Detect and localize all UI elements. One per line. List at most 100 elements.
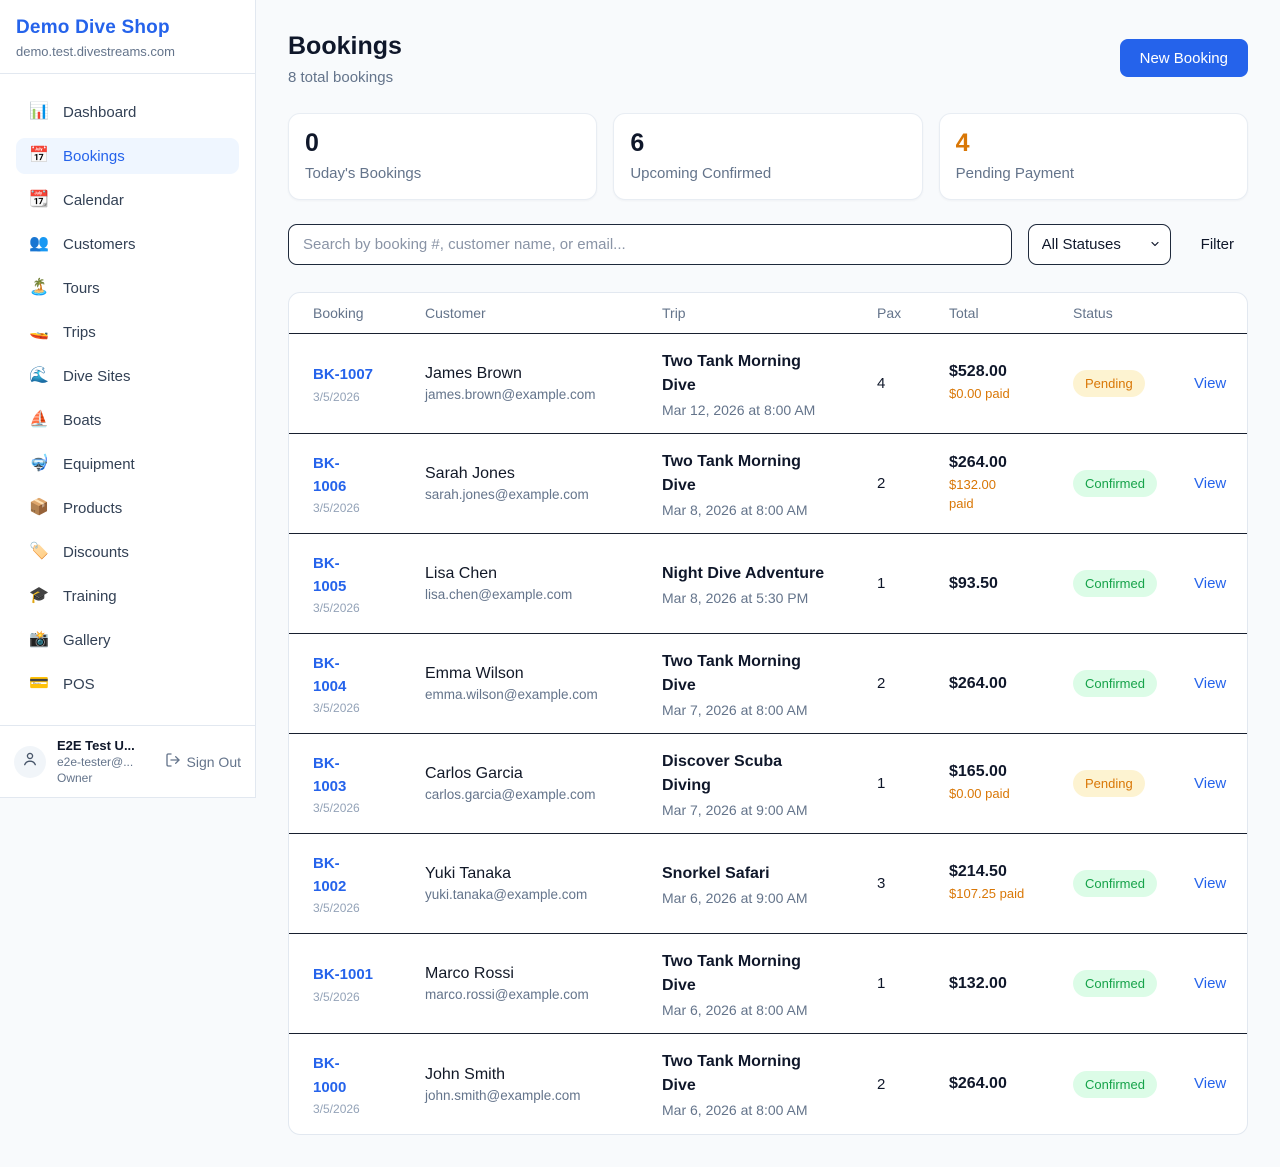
customer-cell: Sarah Jonessarah.jones@example.com xyxy=(425,465,662,502)
pax-cell: 4 xyxy=(877,375,949,392)
booking-link[interactable]: BK- 1005 xyxy=(313,552,411,599)
booking-link[interactable]: BK- 1003 xyxy=(313,752,411,799)
total-amount: $132.00 xyxy=(949,975,1059,993)
new-booking-button[interactable]: New Booking xyxy=(1120,39,1248,77)
total-amount: $264.00 xyxy=(949,454,1059,472)
booking-cell: BK- 10003/5/2026 xyxy=(313,1052,425,1116)
actions-cell: View xyxy=(1194,475,1240,493)
booking-link[interactable]: BK-1007 xyxy=(313,363,411,386)
booking-link[interactable]: BK-1001 xyxy=(313,963,411,986)
sidebar-item-label: POS xyxy=(63,676,95,693)
sidebar-item-dashboard[interactable]: 📊Dashboard xyxy=(16,94,239,130)
people-icon: 👥 xyxy=(29,236,49,252)
booking-date: 3/5/2026 xyxy=(313,990,411,1004)
booking-date: 3/5/2026 xyxy=(313,390,411,404)
stat-value: 6 xyxy=(630,129,905,158)
main-content: Bookings 8 total bookings New Booking 0T… xyxy=(256,0,1280,1167)
avatar xyxy=(14,746,46,778)
customer-name: James Brown xyxy=(425,365,648,383)
customer-name: Sarah Jones xyxy=(425,465,648,483)
total-cell: $264.00 xyxy=(949,1075,1073,1093)
sidebar-item-label: Bookings xyxy=(63,148,125,165)
status-badge: Confirmed xyxy=(1073,970,1157,997)
wave-icon: 🌊 xyxy=(29,368,49,384)
island-icon: 🏝️ xyxy=(29,280,49,296)
sidebar-item-label: Training xyxy=(63,588,117,605)
view-link[interactable]: View xyxy=(1194,475,1226,492)
pax-count: 4 xyxy=(877,375,935,392)
status-cell: Confirmed xyxy=(1073,970,1194,997)
booking-date: 3/5/2026 xyxy=(313,701,411,715)
customer-email: lisa.chen@example.com xyxy=(425,587,648,602)
total-amount: $264.00 xyxy=(949,1075,1059,1093)
pax-count: 1 xyxy=(877,575,935,592)
total-cell: $264.00 xyxy=(949,675,1073,693)
sidebar-item-dive-sites[interactable]: 🌊Dive Sites xyxy=(16,358,239,394)
sidebar-item-label: Calendar xyxy=(63,192,124,209)
person-icon xyxy=(21,750,39,773)
view-link[interactable]: View xyxy=(1194,975,1226,992)
sidebar-item-calendar[interactable]: 📆Calendar xyxy=(16,182,239,218)
booking-link[interactable]: BK- 1000 xyxy=(313,1052,411,1099)
pax-count: 1 xyxy=(877,775,935,792)
sidebar-item-discounts[interactable]: 🏷️ Discounts xyxy=(16,534,239,570)
total-amount: $528.00 xyxy=(949,363,1059,381)
sidebar-item-tours[interactable]: 🏝️Tours xyxy=(16,270,239,306)
booking-cell: BK-1007 3/5/2026 xyxy=(313,363,425,403)
paid-amount: $0.00 paid xyxy=(949,385,1059,403)
status-cell: Pending xyxy=(1073,770,1194,797)
view-link[interactable]: View xyxy=(1194,375,1226,392)
trip-datetime: Mar 6, 2026 at 8:00 AM xyxy=(662,1102,863,1118)
actions-cell: View xyxy=(1194,975,1240,993)
view-link[interactable]: View xyxy=(1194,575,1226,592)
table-row: BK- 10023/5/2026Yuki Tanakayuki.tanaka@e… xyxy=(289,834,1247,934)
search-input[interactable] xyxy=(288,224,1012,265)
sidebar-user-footer: E2E Test U... e2e-tester@... Owner Sign … xyxy=(0,725,255,797)
view-link[interactable]: View xyxy=(1194,1075,1226,1092)
sidebar-item-customers[interactable]: 👥Customers xyxy=(16,226,239,262)
booking-link[interactable]: BK- 1002 xyxy=(313,852,411,899)
table-row: BK- 10033/5/2026Carlos Garciacarlos.garc… xyxy=(289,734,1247,834)
sidebar-item-bookings[interactable]: 📅Bookings xyxy=(16,138,239,174)
status-badge: Confirmed xyxy=(1073,870,1157,897)
sign-out-button[interactable]: Sign Out xyxy=(165,752,241,771)
column-header: Customer xyxy=(425,305,662,321)
pax-cell: 2 xyxy=(877,675,949,692)
booking-link[interactable]: BK- 1006 xyxy=(313,452,411,499)
sidebar-item-label: Gallery xyxy=(63,632,111,649)
view-link[interactable]: View xyxy=(1194,675,1226,692)
customer-name: Carlos Garcia xyxy=(425,765,648,783)
pax-count: 2 xyxy=(877,475,935,492)
view-link[interactable]: View xyxy=(1194,775,1226,792)
total-amount: $93.50 xyxy=(949,575,1059,593)
stat-card: 0Today's Bookings xyxy=(288,113,597,200)
status-filter-select[interactable]: All Statuses xyxy=(1028,224,1171,265)
pax-cell: 1 xyxy=(877,575,949,592)
table-row: BK-10013/5/2026Marco Rossimarco.rossi@ex… xyxy=(289,934,1247,1034)
sidebar-item-equipment[interactable]: 🤿Equipment xyxy=(16,446,239,482)
actions-cell: View xyxy=(1194,775,1240,793)
view-link[interactable]: View xyxy=(1194,875,1226,892)
trip-datetime: Mar 12, 2026 at 8:00 AM xyxy=(662,402,863,418)
customer-cell: John Smithjohn.smith@example.com xyxy=(425,1066,662,1103)
bookings-table: BookingCustomerTripPaxTotalStatus BK-100… xyxy=(288,292,1248,1135)
booking-link[interactable]: BK- 1004 xyxy=(313,652,411,699)
page-title: Bookings xyxy=(288,32,402,61)
sidebar-item-trips[interactable]: 🚤Trips xyxy=(16,314,239,350)
pax-cell: 2 xyxy=(877,475,949,492)
sidebar-item-training[interactable]: 🎓Training xyxy=(16,578,239,614)
total-cell: $528.00 $0.00 paid xyxy=(949,363,1073,403)
stats-row: 0Today's Bookings6Upcoming Confirmed4Pen… xyxy=(288,113,1248,200)
tag-icon: 🏷️ xyxy=(29,544,49,560)
customer-cell: Yuki Tanakayuki.tanaka@example.com xyxy=(425,865,662,902)
stat-value: 4 xyxy=(956,129,1231,158)
sidebar-item-label: Discounts xyxy=(63,544,129,561)
sidebar-item-boats[interactable]: ⛵Boats xyxy=(16,402,239,438)
filter-button[interactable]: Filter xyxy=(1187,236,1248,253)
customer-name: Lisa Chen xyxy=(425,565,648,583)
pax-cell: 1 xyxy=(877,975,949,992)
sidebar-item-gallery[interactable]: 📸Gallery xyxy=(16,622,239,658)
trip-cell: Night Dive AdventureMar 8, 2026 at 5:30 … xyxy=(662,562,877,606)
sidebar-item-products[interactable]: 📦Products xyxy=(16,490,239,526)
sidebar-item-pos[interactable]: 💳POS xyxy=(16,666,239,702)
